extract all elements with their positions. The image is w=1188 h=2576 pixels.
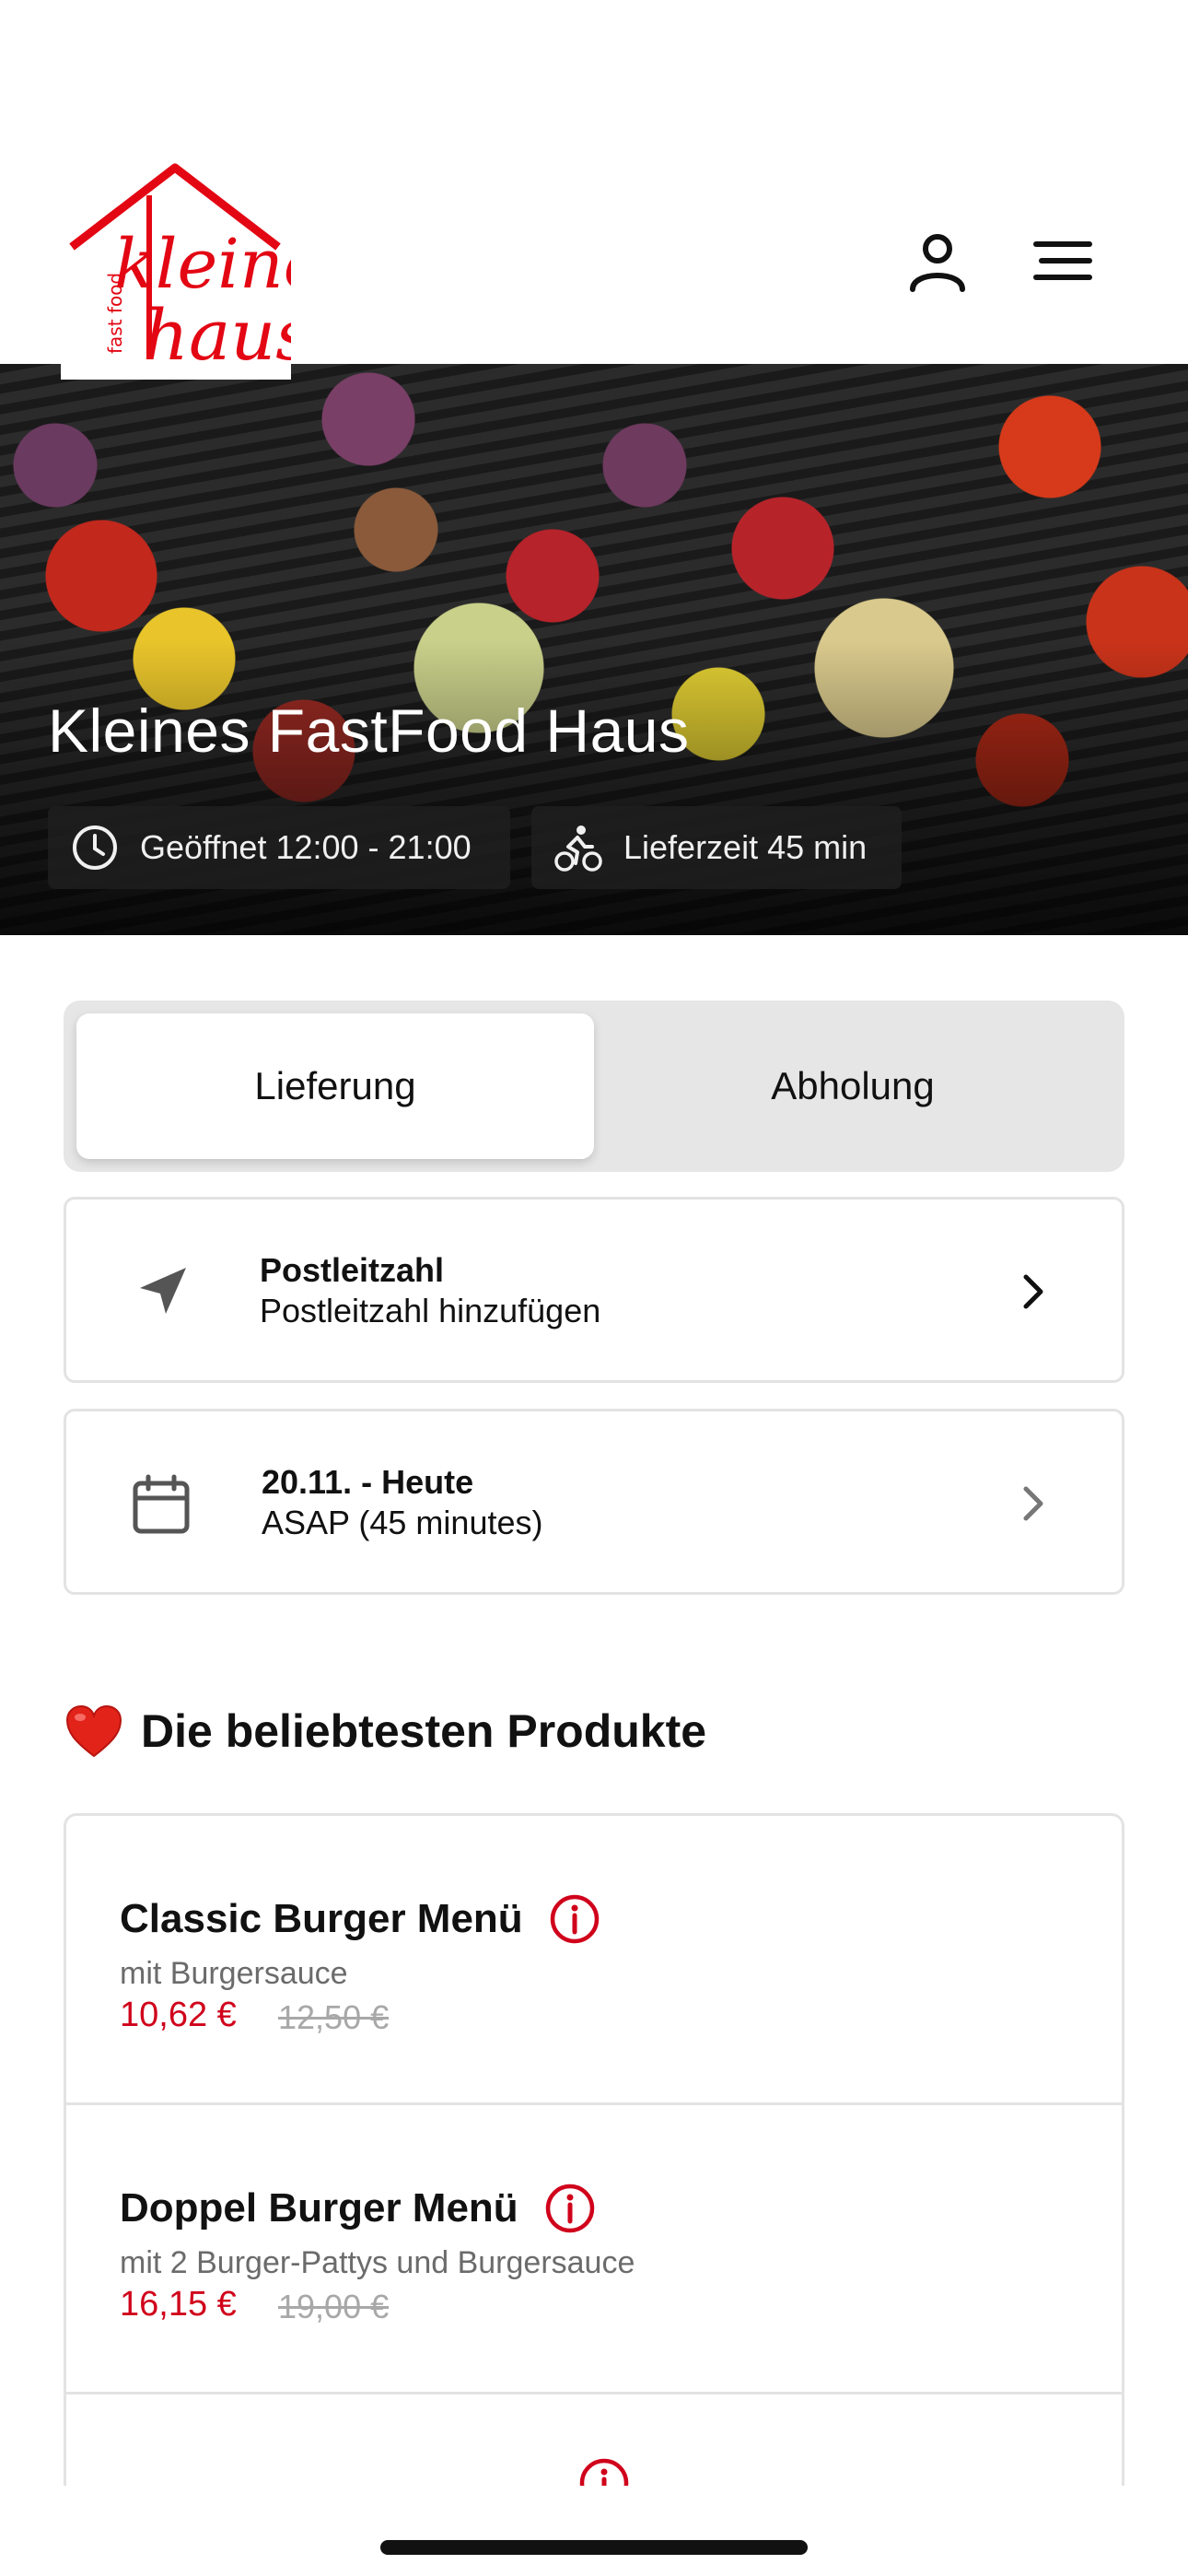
chevron-right-icon — [1006, 1264, 1061, 1319]
delivery-time-label: Lieferzeit 45 min — [623, 828, 868, 866]
location-arrow-icon — [129, 1260, 193, 1325]
delivery-bike-icon — [554, 825, 602, 872]
svg-text:kleines: kleines — [114, 225, 291, 304]
product-item-partial[interactable] — [66, 2395, 1122, 2486]
info-icon[interactable] — [549, 1893, 600, 1945]
product-description: mit Burgersauce — [120, 1956, 348, 1991]
menu-button[interactable] — [1031, 228, 1095, 293]
info-icon[interactable] — [544, 2183, 596, 2234]
chevron-right-icon — [1006, 1476, 1061, 1531]
product-price: 16,15 € — [120, 2285, 237, 2324]
delivery-time-card[interactable]: 20.11. - Heute ASAP (45 minutes) — [64, 1409, 1124, 1595]
product-old-price: 12,50 € — [278, 1998, 390, 2036]
popular-products-heading: Die beliebtesten Produkte — [65, 1704, 706, 1758]
product-price: 10,62 € — [120, 1996, 237, 2034]
postal-code-subtitle: Postleitzahl hinzufügen — [260, 1292, 601, 1329]
restaurant-title: Kleines FastFood Haus — [48, 697, 690, 765]
tab-delivery[interactable]: Lieferung — [76, 1013, 594, 1159]
svg-text:haus: haus — [144, 294, 291, 376]
order-mode-toggle: Lieferung Abholung — [64, 1001, 1124, 1172]
user-icon — [910, 234, 965, 292]
product-item[interactable]: Classic Burger Menü mit Burgersauce 10,6… — [66, 1816, 1122, 2105]
delivery-date-subtitle: ASAP (45 minutes) — [262, 1504, 543, 1541]
product-name: Doppel Burger Menü — [120, 2185, 518, 2231]
info-icon[interactable] — [578, 2457, 630, 2486]
opening-hours-chip: Geöffnet 12:00 - 21:00 — [48, 806, 510, 889]
product-name: Classic Burger Menü — [120, 1896, 523, 1941]
account-button[interactable] — [905, 228, 970, 293]
product-list: Classic Burger Menü mit Burgersauce 10,6… — [64, 1813, 1124, 2486]
home-indicator[interactable] — [380, 2540, 808, 2555]
delivery-date-title: 20.11. - Heute — [262, 1463, 474, 1501]
opening-hours-label: Geöffnet 12:00 - 21:00 — [140, 828, 472, 866]
brand-logo[interactable]: kleines haus fast food — [61, 158, 291, 380]
svg-text:fast food: fast food — [104, 273, 126, 354]
postal-code-title: Postleitzahl — [260, 1251, 445, 1289]
clock-icon — [73, 825, 117, 870]
product-name-row: Classic Burger Menü — [120, 1893, 600, 1945]
bottom-safe-area — [0, 2486, 1188, 2576]
product-name-row: Doppel Burger Menü — [120, 2183, 596, 2234]
product-name-partial — [120, 2463, 553, 2486]
tab-pickup[interactable]: Abholung — [594, 1013, 1112, 1159]
product-item[interactable]: Doppel Burger Menü mit 2 Burger-Pattys u… — [66, 2105, 1122, 2395]
calendar-icon — [129, 1472, 193, 1537]
hamburger-menu-icon — [1033, 241, 1092, 280]
product-name-row — [120, 2457, 630, 2486]
heart-icon — [65, 1704, 122, 1758]
hero-banner: Kleines FastFood Haus Geöffnet 12:00 - 2… — [0, 364, 1188, 935]
app-header: kleines haus fast food — [0, 0, 1188, 380]
delivery-time-chip: Lieferzeit 45 min — [531, 806, 902, 889]
postal-code-card[interactable]: Postleitzahl Postleitzahl hinzufügen — [64, 1197, 1124, 1383]
product-description: mit 2 Burger-Pattys und Burgersauce — [120, 2245, 635, 2280]
product-old-price: 19,00 € — [278, 2288, 390, 2325]
popular-products-title: Die beliebtesten Produkte — [141, 1705, 707, 1757]
